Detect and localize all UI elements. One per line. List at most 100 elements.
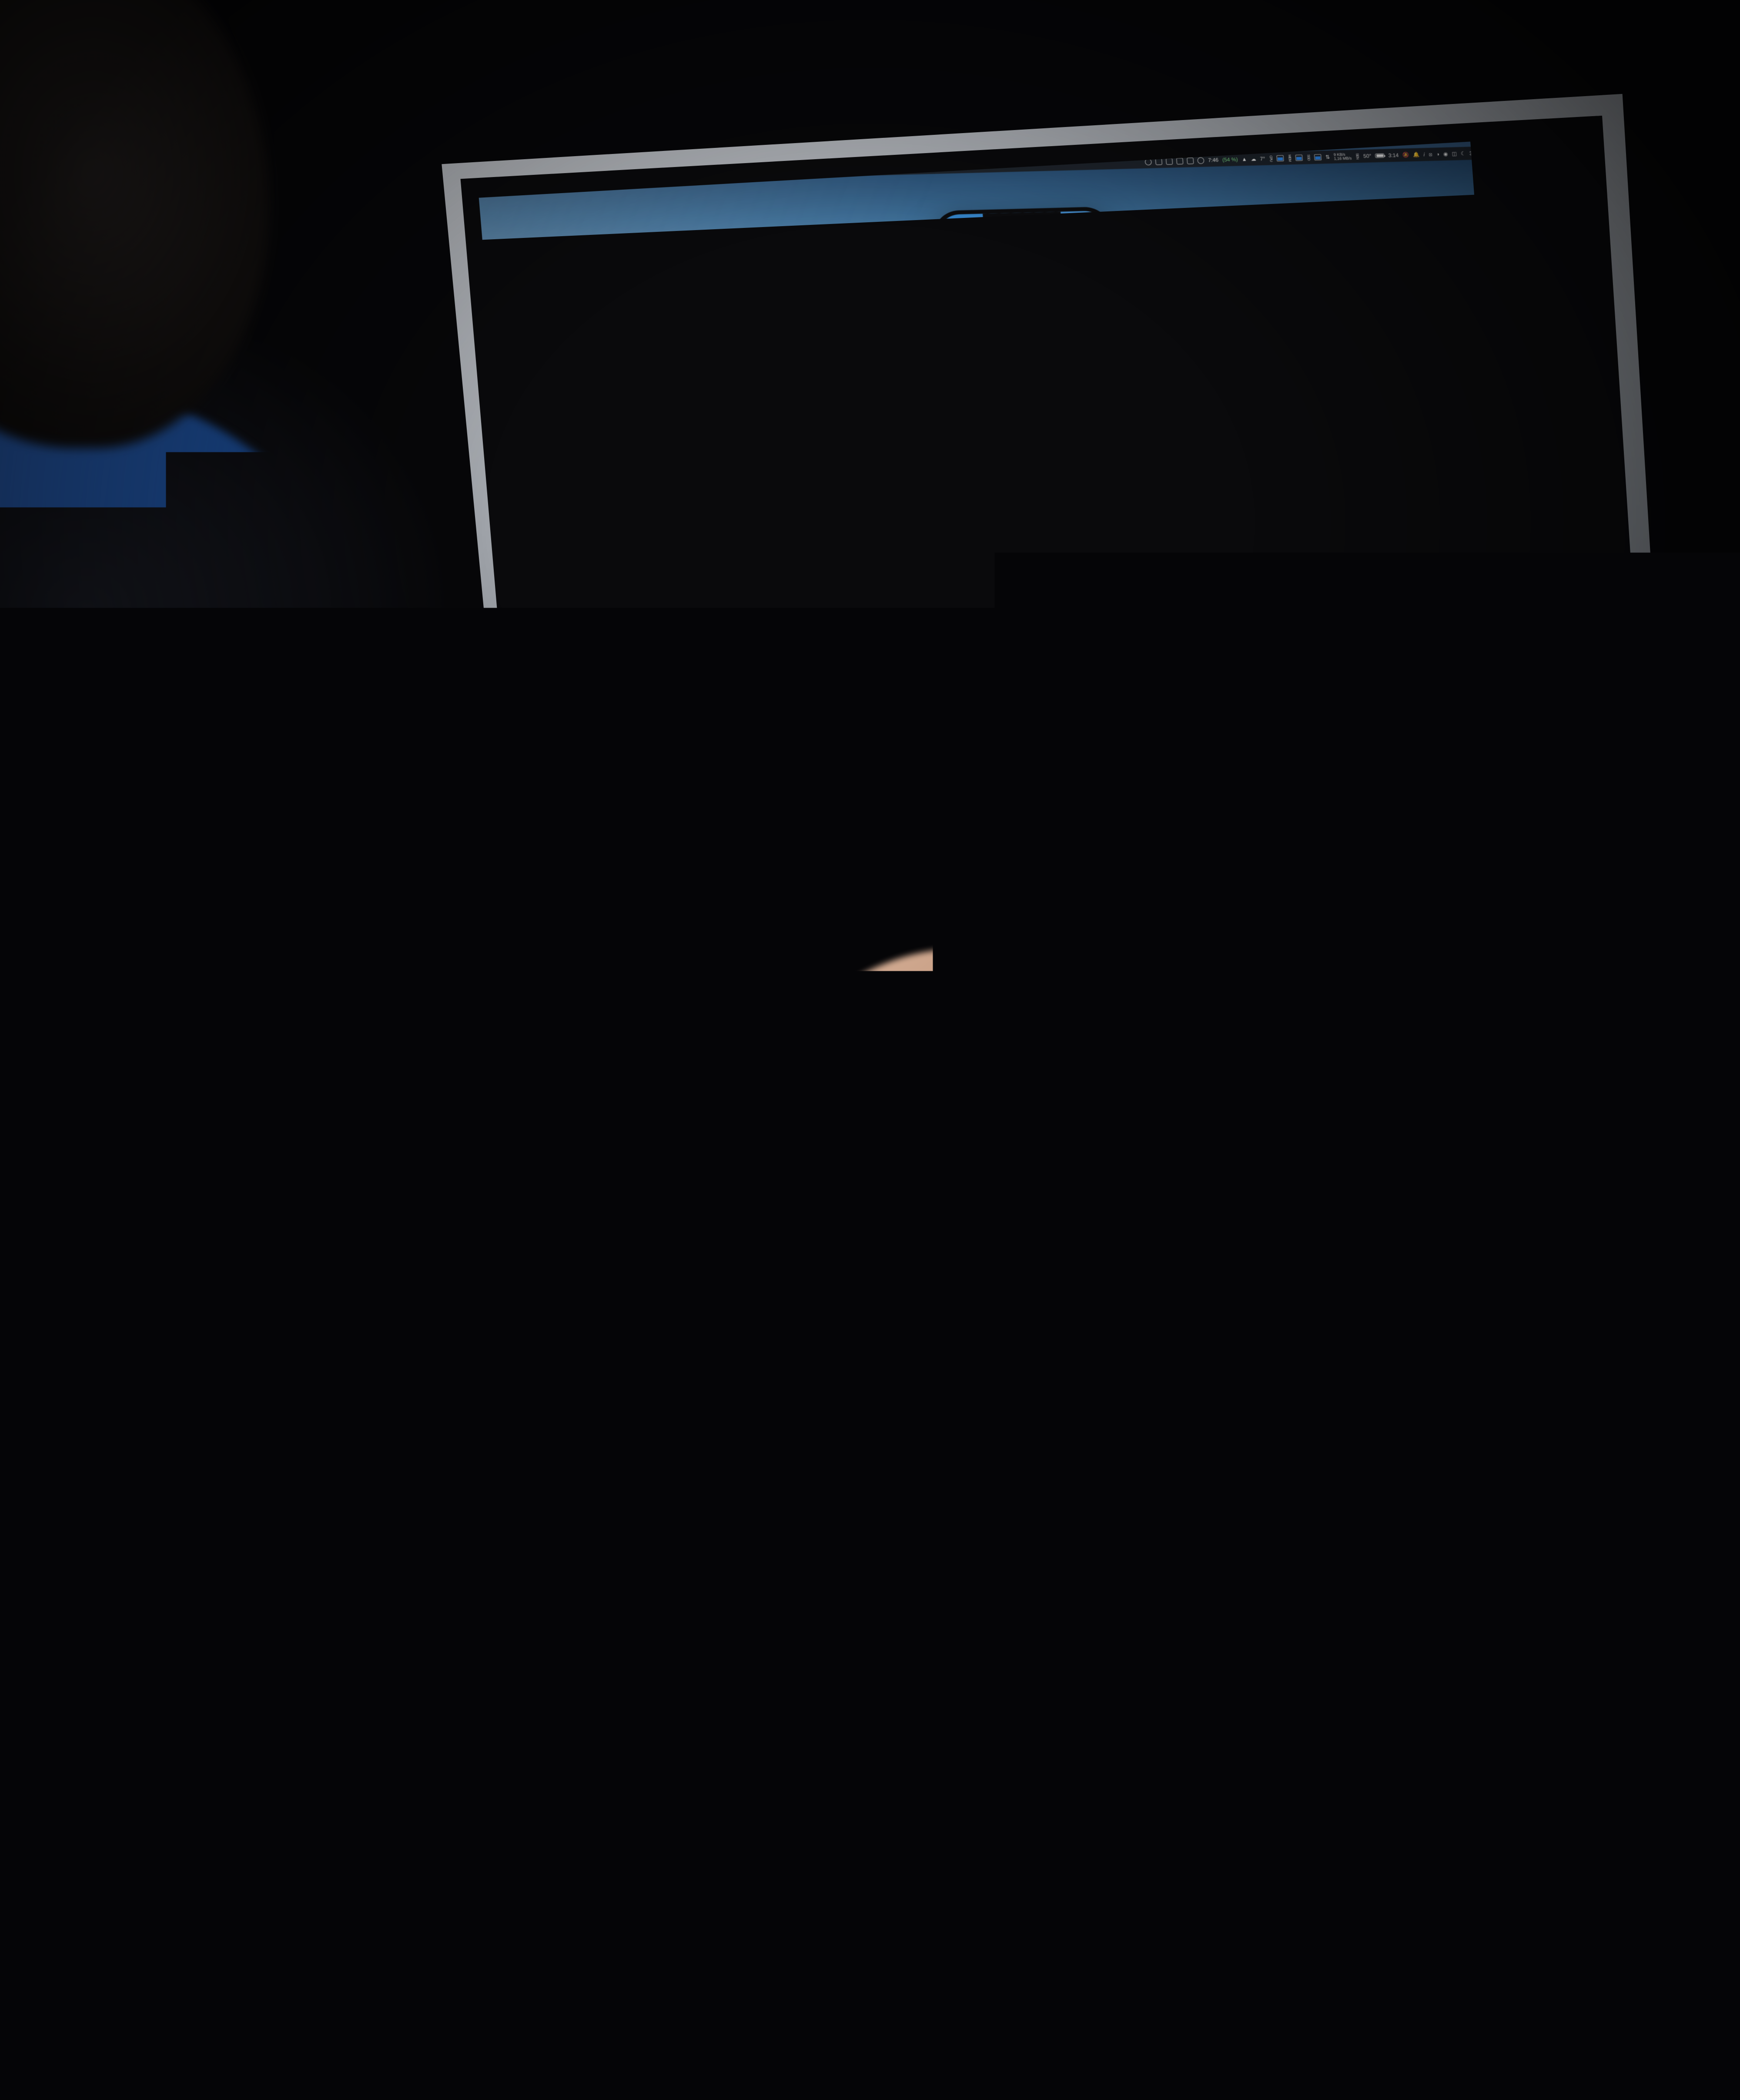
page-indicator[interactable] [959, 520, 1131, 527]
folder-tab-icon[interactable]: 📁 [530, 307, 538, 314]
choose-file-icon[interactable]: 📁 [1205, 348, 1210, 353]
step-out-icon[interactable]: ↥ [726, 672, 730, 677]
keyboard-key[interactable] [768, 1980, 848, 2003]
keyboard-key[interactable] [1024, 2020, 1101, 2042]
home-indicator[interactable] [1023, 562, 1072, 565]
calendar-status-icon[interactable] [1166, 158, 1173, 164]
variables-view[interactable] [673, 677, 860, 742]
all-output-selector[interactable]: All Output [695, 744, 722, 750]
desktop-icon-music[interactable]: Music [1489, 318, 1563, 344]
keyboard-key[interactable] [1664, 1933, 1740, 1955]
disclosure-triangle-icon[interactable]: ▸ [546, 462, 550, 466]
keyboard-key[interactable] [1421, 1962, 1502, 1985]
download-icon[interactable] [1187, 157, 1194, 164]
disclosure-triangle-icon[interactable]: ▾ [539, 355, 542, 358]
dropbox-icon[interactable]: ◉ [1443, 151, 1448, 157]
symbol-navigator-icon[interactable]: ▦ [556, 306, 562, 313]
stepper-arrows-icon[interactable]: ⇅ [1168, 436, 1172, 441]
display-arrangement-icon[interactable]: ◑ [1436, 151, 1439, 157]
disclosure-triangle-icon[interactable]: ▸ [540, 378, 544, 381]
mountain-icon[interactable]: ▲ [1241, 156, 1247, 162]
keyboard-key[interactable] [1338, 1942, 1418, 1964]
keyboard-key[interactable] [1174, 1946, 1255, 1969]
app-news[interactable]: N News [950, 284, 991, 317]
keyboard-key[interactable] [848, 1955, 928, 1978]
keyboard-key[interactable] [1432, 1985, 1504, 2008]
bell-icon[interactable]: 🔔 [1413, 151, 1420, 157]
minimize-button[interactable] [539, 289, 544, 294]
disclosure-triangle-icon[interactable]: ▸ [544, 432, 548, 435]
keyboard-key[interactable] [1176, 1969, 1257, 1992]
keyboard-key[interactable] [686, 1983, 767, 2006]
app-calendar[interactable]: Thursday 17 Calendar [947, 242, 988, 275]
desktop-icon-android-studio[interactable]: Android Studio 3.3.0.0 [1478, 166, 1552, 191]
split-console-icon[interactable]: ▣ [1100, 734, 1104, 739]
keyboard-key[interactable] [1257, 2013, 1334, 2036]
xcode-window[interactable]: ▶ ■ ▣ SmartJobBoard ⟩ iPhone XR Running … [525, 263, 1242, 756]
keyboard-key[interactable] [880, 2034, 1419, 2070]
zoom-button[interactable] [547, 288, 553, 294]
keyboard-key[interactable] [1093, 1948, 1173, 1971]
keyboard-row[interactable] [606, 1979, 1740, 2031]
keyboard-key[interactable] [1013, 1974, 1093, 1996]
todo-count-badge[interactable]: 37 [1469, 150, 1475, 156]
trash-icon[interactable]: 🗑 [1092, 734, 1098, 739]
battery-icon-left[interactable] [1375, 154, 1385, 158]
keyboard-row[interactable] [610, 2025, 1740, 2077]
stop-button[interactable]: ■ [570, 287, 574, 294]
keyboard-key[interactable] [1419, 1939, 1500, 1962]
keyboard-key[interactable] [608, 2028, 790, 2054]
indent-width-stepper[interactable]: 4 ⇅ Indent [1155, 435, 1185, 441]
app-wallet[interactable]: Wallet [1027, 281, 1067, 314]
keyboard-key[interactable] [1503, 1960, 1583, 1983]
keyboard-key[interactable] [1578, 1979, 1740, 2004]
desktop-icon-screenshots[interactable]: Screenshots [1484, 257, 1558, 283]
keyboard-key[interactable] [931, 1976, 1012, 1999]
messages-icon[interactable] [1053, 532, 1077, 555]
line-endings-select[interactable]: No Explicit Line Endings [1127, 416, 1215, 425]
keyboard-key[interactable] [869, 2024, 945, 2046]
split-icon[interactable]: ◫ [1452, 150, 1457, 157]
weather-cloud-icon[interactable]: ☁ [1251, 156, 1256, 162]
desktop-icon-desktop-ini[interactable]: desktop.ini [1482, 227, 1556, 252]
clipboard-icon[interactable] [1176, 157, 1183, 164]
keyboard-key[interactable] [1335, 2011, 1412, 2033]
disclosure-triangle-icon[interactable]: ▸ [547, 470, 551, 473]
debug-navigator-icon[interactable]: ▤ [606, 305, 612, 312]
disclosure-triangle-icon[interactable]: ▾ [531, 324, 535, 327]
safari-icon[interactable] [1015, 533, 1039, 556]
iphone-simulator[interactable]: 5:36 ◕ Thursday 17 [932, 207, 1138, 573]
indent-using-select[interactable]: Spaces [1128, 425, 1216, 434]
tab-width-stepper[interactable]: 4 ⇅ Tab [1128, 436, 1153, 442]
ios-dock[interactable] [965, 526, 1127, 563]
keyboard-key[interactable] [1094, 1971, 1175, 1994]
run-button[interactable]: ▶ [559, 287, 564, 295]
app-settings[interactable]: Settings [1065, 281, 1105, 314]
close-button[interactable] [530, 289, 535, 294]
find-navigator-icon[interactable]: 🔍 [569, 306, 576, 313]
volume-icon[interactable]: 🔈 [1513, 149, 1520, 155]
spotlight-icon[interactable]: ••• [1580, 147, 1586, 153]
keyboard-key[interactable] [1506, 1983, 1577, 2006]
keyboard-key[interactable] [1258, 1967, 1338, 1990]
stepper-arrows-icon[interactable]: ⇅ [1141, 436, 1145, 441]
file-type-select[interactable]: Default - Objective-C Sou... [1121, 330, 1209, 339]
disclosure-triangle-icon[interactable]: ▸ [545, 362, 549, 365]
app-photos[interactable]: Photos [986, 241, 1026, 274]
battery-icon-right[interactable] [1550, 149, 1559, 154]
bell-slash-icon[interactable]: 🔕 [1402, 152, 1409, 158]
window-controls[interactable] [530, 288, 553, 294]
keyboard-key[interactable] [766, 1957, 847, 1980]
keyboard-key[interactable] [1141, 1993, 1213, 2016]
keyboard-key[interactable] [603, 1962, 683, 1985]
keyboard-key[interactable] [1501, 1937, 1582, 1960]
keyboard-key[interactable] [996, 1997, 1067, 2020]
console-output[interactable]: SmartJobBoard[44456:2897258] page load. … [856, 670, 1114, 738]
expand-console-icon[interactable]: ▤ [1106, 734, 1111, 739]
app-reminders[interactable]: Reminders [1062, 240, 1102, 273]
mem-gauge-icon[interactable] [1295, 155, 1303, 161]
scheme-selector[interactable]: ▣ SmartJobBoard ⟩ iPhone XR [580, 283, 672, 295]
time-machine-icon[interactable]: ⟲ [1505, 149, 1510, 155]
nightshift-icon[interactable]: ☾ [1461, 150, 1466, 157]
keyboard-key[interactable] [1584, 1958, 1665, 1980]
